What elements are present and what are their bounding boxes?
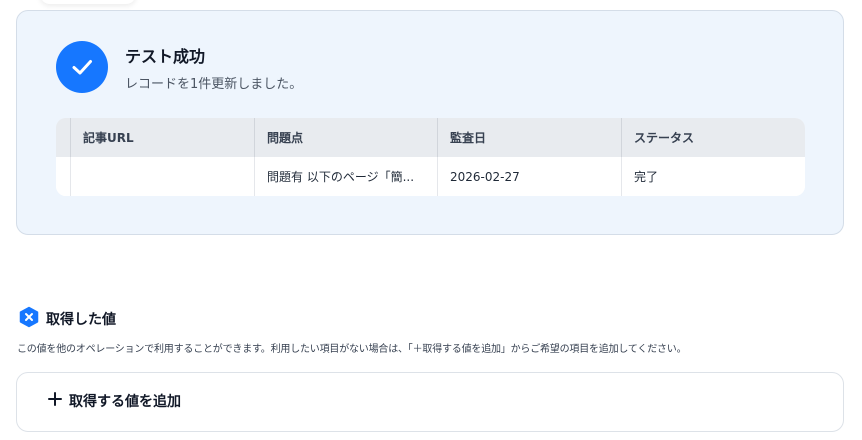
result-title: テスト成功 (125, 47, 206, 66)
retrieved-values-title: 取得した値 (46, 312, 116, 328)
table-header-spacer (56, 118, 71, 157)
retrieved-values-description: この値を他のオペレーションで利用することができます。利用したい項目がない場合は、… (17, 344, 687, 355)
column-header-article-url: 記事URL (71, 118, 255, 157)
table-header-row: 記事URL 問題点 監査日 ステータス (56, 118, 805, 157)
result-table: 記事URL 問題点 監査日 ステータス 問題有 以下のページ「簡... 2026… (56, 118, 805, 196)
cell-status: 完了 (634, 170, 659, 184)
add-value-button[interactable]: 取得する値を追加 (47, 391, 181, 411)
column-header-audit-date: 監査日 (438, 118, 622, 157)
retrieved-values-heading: 取得した値 (18, 306, 116, 332)
table-row-spacer (56, 157, 71, 196)
cell-issue: 問題有 以下のページ「簡... (255, 157, 438, 196)
result-message: レコードを1件更新しました。 (125, 77, 303, 92)
hexagon-x-icon (18, 306, 40, 332)
test-result-card: テスト成功 レコードを1件更新しました。 記事URL 問題点 監査日 ステータス… (16, 10, 844, 235)
top-tab-shadow (40, 0, 136, 4)
cell-audit-date: 2026-02-27 (438, 157, 622, 196)
add-value-box: 取得する値を追加 (16, 372, 844, 432)
column-header-status: ステータス (634, 131, 695, 145)
cell-article-url (71, 157, 255, 196)
add-value-label: 取得する値を追加 (69, 394, 181, 410)
plus-icon (47, 391, 63, 411)
table-row: 問題有 以下のページ「簡... 2026-02-27 完了 (56, 157, 805, 196)
column-header-issue: 問題点 (255, 118, 438, 157)
success-check-icon (56, 41, 108, 93)
